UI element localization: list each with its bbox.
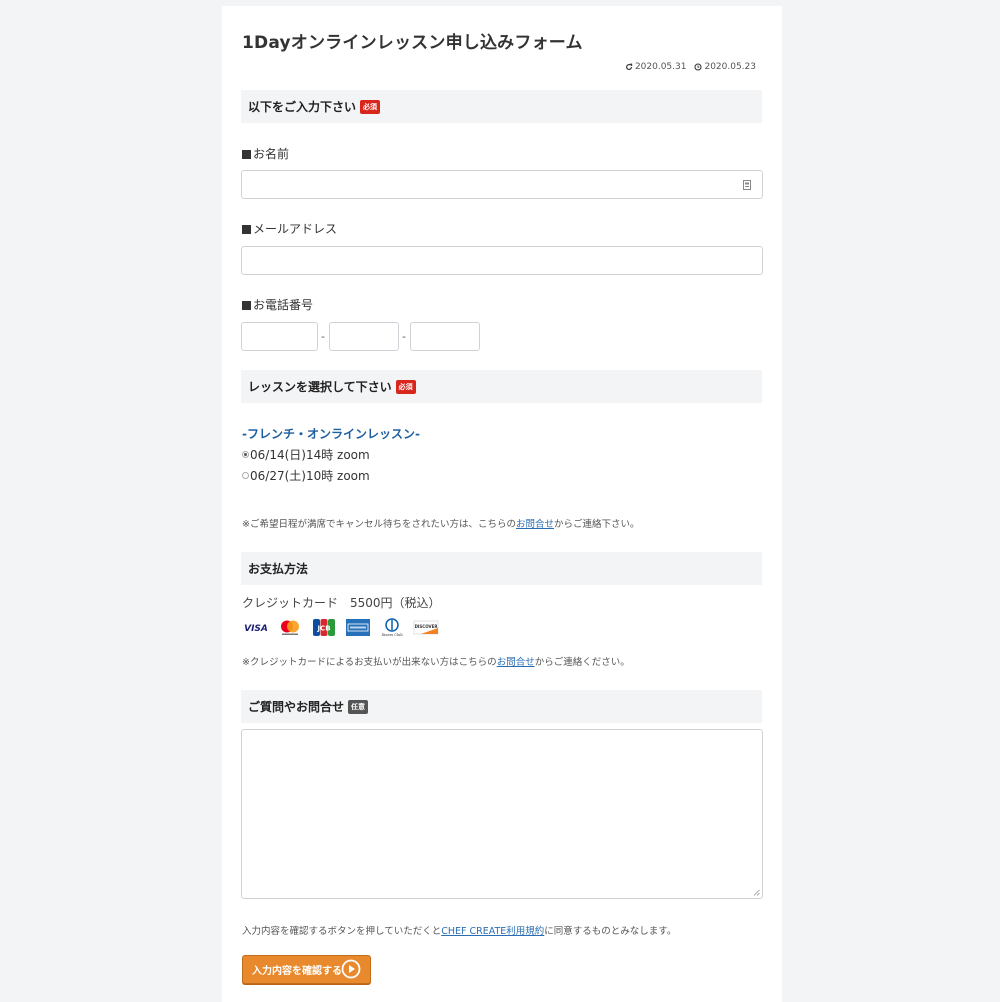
payment-note: ※クレジットカードによるお支払いが出来ない方はこちらのお問合せからご連絡ください… bbox=[242, 654, 630, 668]
consent-suffix: に同意するものとみなします。 bbox=[544, 926, 677, 937]
phone-label: お電話番号 bbox=[242, 296, 313, 313]
resize-handle-icon[interactable] bbox=[753, 889, 760, 896]
lesson-option-1[interactable]: 06/14(日)14時 zoom bbox=[242, 446, 370, 463]
square-bullet-icon bbox=[242, 150, 251, 159]
updated-date-text: 2020.05.31 bbox=[634, 62, 687, 72]
mastercard-icon bbox=[281, 620, 299, 635]
email-label-text: メールアドレス bbox=[253, 222, 338, 236]
section-question-header: ご質問やお問合せ 任意 bbox=[241, 690, 762, 723]
svg-text:Diners Club: Diners Club bbox=[381, 633, 403, 637]
section-question-title: ご質問やお問合せ bbox=[248, 700, 345, 714]
contact-card-icon bbox=[743, 180, 751, 190]
square-bullet-icon bbox=[242, 225, 251, 234]
square-bullet-icon bbox=[242, 301, 251, 310]
confirm-button[interactable]: 入力内容を確認する bbox=[242, 955, 371, 984]
jcb-icon: JCB bbox=[313, 619, 335, 636]
phone-input-1[interactable] bbox=[241, 322, 318, 351]
payment-note-prefix: ※クレジットカードによるお支払いが出来ない方はこちらの bbox=[242, 657, 497, 668]
updated-date: 2020.05.31 bbox=[625, 62, 687, 72]
play-circle-icon bbox=[341, 959, 361, 979]
lesson-option-label: 06/27(土)10時 zoom bbox=[250, 469, 370, 483]
phone-label-text: お電話番号 bbox=[253, 298, 314, 312]
lesson-note: ※ご希望日程が満席でキャンセル待ちをされたい方は、こちらのお問合せからご連絡下さ… bbox=[242, 516, 640, 530]
required-badge: 必須 bbox=[395, 379, 416, 394]
section-lesson-title: レッスンを選択して下さい bbox=[248, 380, 392, 394]
form-card: 1Dayオンラインレッスン申し込みフォーム 2020.05.31 2020.05… bbox=[222, 6, 782, 1002]
lesson-contact-link[interactable]: お問合せ bbox=[516, 519, 554, 530]
section-payment-title: お支払方法 bbox=[248, 562, 309, 576]
post-dates: 2020.05.31 2020.05.23 bbox=[625, 62, 756, 72]
section-required-title: 以下をご入力下さい bbox=[248, 100, 357, 114]
payment-price: クレジットカード 5500円（税込） bbox=[242, 596, 441, 610]
refresh-icon bbox=[626, 63, 633, 70]
confirm-button-label: 入力内容を確認する bbox=[252, 966, 342, 977]
page-title: 1Dayオンラインレッスン申し込みフォーム bbox=[242, 33, 583, 53]
phone-separator-2: - bbox=[402, 330, 406, 343]
diners-club-icon: Diners Club bbox=[381, 618, 403, 637]
email-input[interactable] bbox=[241, 246, 763, 275]
lesson-option-label: 06/14(日)14時 zoom bbox=[250, 448, 370, 462]
optional-badge: 任意 bbox=[348, 699, 369, 714]
radio-button[interactable] bbox=[242, 472, 249, 479]
section-payment-header: お支払方法 bbox=[241, 552, 762, 585]
consent-note: 入力内容を確認するボタンを押していただくとCHEF CREATE利用規約に同意す… bbox=[242, 923, 676, 937]
payment-note-suffix: からご連絡ください。 bbox=[534, 657, 630, 668]
name-label-text: お名前 bbox=[253, 147, 290, 161]
section-required-header: 以下をご入力下さい 必須 bbox=[241, 90, 762, 123]
phone-separator-1: - bbox=[321, 330, 325, 343]
required-badge: 必須 bbox=[360, 99, 381, 114]
radio-button[interactable] bbox=[242, 451, 249, 458]
name-input[interactable] bbox=[241, 170, 763, 199]
consent-prefix: 入力内容を確認するボタンを押していただくと bbox=[242, 926, 442, 937]
name-label: お名前 bbox=[242, 145, 289, 162]
lesson-option-2[interactable]: 06/27(土)10時 zoom bbox=[242, 467, 370, 484]
section-lesson-header: レッスンを選択して下さい 必須 bbox=[241, 370, 762, 403]
discover-icon: DISCOVER bbox=[413, 620, 439, 635]
lesson-title: -フレンチ・オンラインレッスン- bbox=[242, 427, 420, 441]
published-date: 2020.05.23 bbox=[694, 62, 756, 72]
amex-icon bbox=[346, 619, 370, 636]
phone-input-2[interactable] bbox=[329, 322, 399, 351]
published-date-text: 2020.05.23 bbox=[704, 62, 756, 72]
svg-text:VISA: VISA bbox=[244, 624, 268, 634]
lesson-note-suffix: からご連絡下さい。 bbox=[553, 519, 640, 530]
svg-text:JCB: JCB bbox=[316, 625, 330, 633]
email-label: メールアドレス bbox=[242, 220, 337, 237]
card-brand-list: VISA JCB Diners Club DISCOVER bbox=[243, 618, 439, 637]
svg-text:DISCOVER: DISCOVER bbox=[415, 624, 438, 629]
question-textarea[interactable] bbox=[241, 729, 763, 899]
clock-icon bbox=[694, 63, 703, 71]
visa-icon: VISA bbox=[244, 624, 268, 634]
lesson-note-prefix: ※ご希望日程が満席でキャンセル待ちをされたい方は、こちらの bbox=[242, 519, 516, 530]
payment-contact-link[interactable]: お問合せ bbox=[497, 657, 535, 668]
phone-input-3[interactable] bbox=[410, 322, 480, 351]
terms-link[interactable]: CHEF CREATE利用規約 bbox=[441, 926, 544, 937]
